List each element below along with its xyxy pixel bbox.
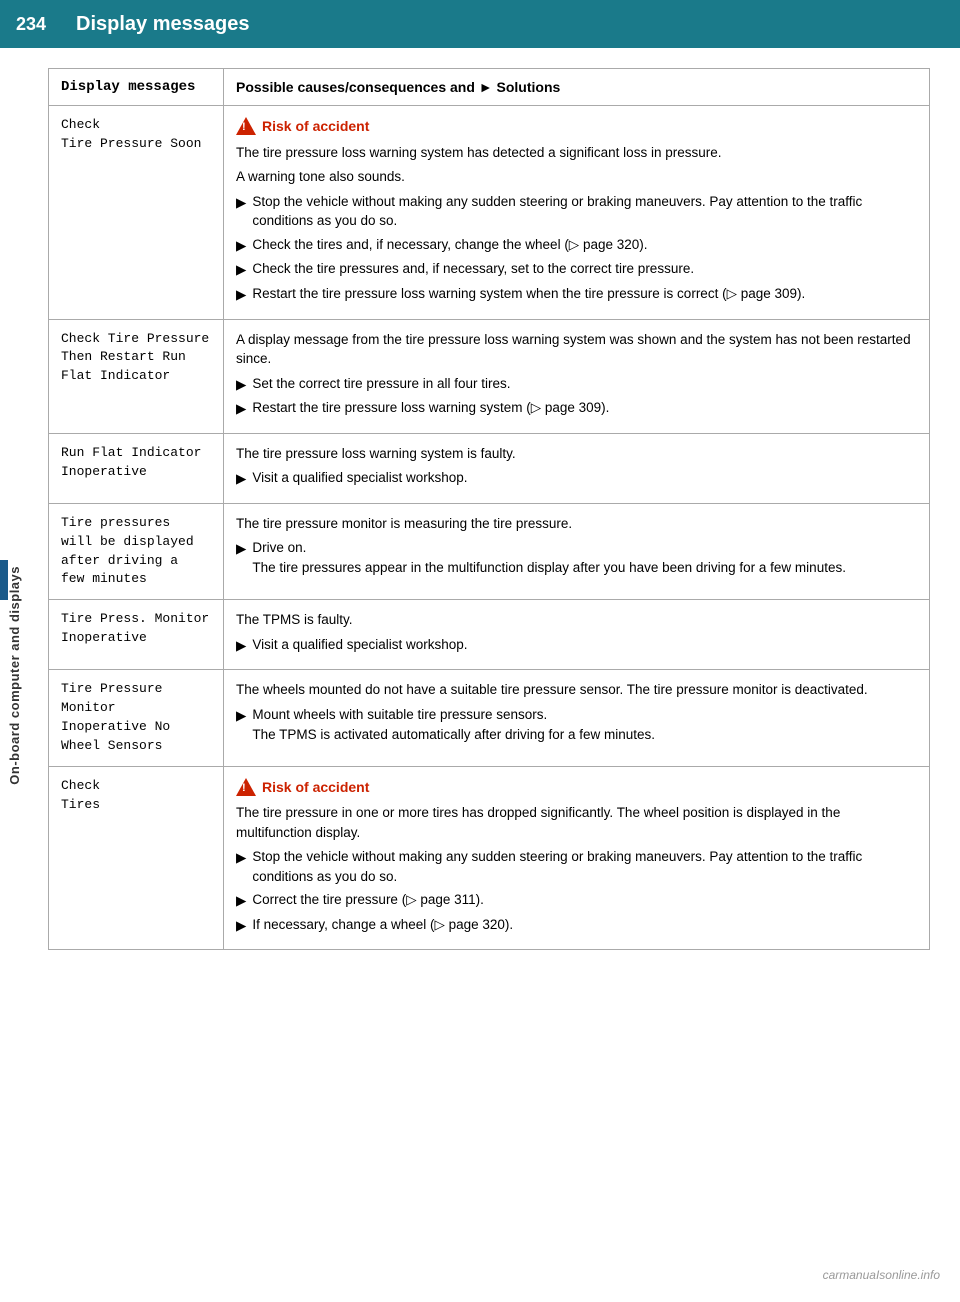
risk-label: Risk of accident [262,777,369,797]
content-area: Display messages Possible causes/consequ… [28,48,960,980]
bullet-sub-text: The TPMS is activated automatically afte… [252,725,917,745]
causes-cell: The tire pressure monitor is measuring t… [224,503,930,599]
bullet-item: ▶ If necessary, change a wheel (▷ page 32… [236,915,917,936]
message-cell: Tire pressures will be displayed after d… [49,503,224,599]
bullet-arrow-icon: ▶ [236,706,246,726]
warning-triangle-icon [236,778,256,796]
table-row: Tire pressures will be displayed after d… [49,503,930,599]
bullet-item: ▶ Visit a qualified specialist workshop. [236,468,917,489]
bullet-item: ▶ Drive on.The tire pressures appear in t… [236,538,917,577]
causes-cell: The TPMS is faulty. ▶ Visit a qualified sp… [224,600,930,670]
bullet-item: ▶ Correct the tire pressure (▷ page 311). [236,890,917,911]
table-row: Tire Press. Monitor InoperativeThe TPMS … [49,600,930,670]
page-number: 234 [16,14,56,35]
bullet-main-text: Drive on. [252,538,917,558]
bullet-text: Check the tire pressures and, if necessa… [252,259,917,279]
bullet-arrow-icon: ▶ [236,891,246,911]
message-cell: Tire Pressure Monitor Inoperative No Whe… [49,670,224,766]
bullet-main-text: Mount wheels with suitable tire pressure… [252,705,917,725]
header-title: Display messages [76,13,249,36]
bullet-arrow-icon: ▶ [236,469,246,489]
bullet-item: ▶ Stop the vehicle without making any sud… [236,847,917,886]
message-cell: Check Tire Pressure Then Restart Run Fla… [49,319,224,433]
col-header-message: Display messages [49,69,224,106]
watermark: carmanuaIsonline.info [823,1268,940,1282]
bullet-text: Restart the tire pressure loss warning s… [252,398,917,418]
bullet-arrow-icon: ▶ [236,399,246,419]
causes-cell: A display message from the tire pressure… [224,319,930,433]
message-cell: Run Flat Indicator Inoperative [49,433,224,503]
bullet-text: Set the correct tire pressure in all fou… [252,374,917,394]
content-paragraph: The tire pressure in one or more tires h… [236,803,917,842]
col-header-causes: Possible causes/consequences and ► Solut… [224,69,930,106]
warning-triangle-icon [236,117,256,135]
bullet-text: Check the tires and, if necessary, chang… [252,235,917,255]
main-table: Display messages Possible causes/consequ… [48,68,930,950]
bullet-item: ▶ Check the tires and, if necessary, chan… [236,235,917,256]
bullet-arrow-icon: ▶ [236,916,246,936]
risk-warning: Risk of accident [236,777,917,797]
bullet-text: Visit a qualified specialist workshop. [252,468,917,488]
bullet-text: Stop the vehicle without making any sudd… [252,192,917,231]
risk-warning: Risk of accident [236,116,917,136]
content-paragraph: The wheels mounted do not have a suitabl… [236,680,917,700]
bullet-arrow-icon: ▶ [236,539,246,559]
causes-cell: Risk of accident The tire pressure loss w… [224,106,930,319]
content-paragraph: The TPMS is faulty. [236,610,917,630]
sidebar-label: On-board computer and displays [0,48,28,1302]
bullet-item: ▶ Restart the tire pressure loss warning … [236,284,917,305]
bullet-item: ▶ Stop the vehicle without making any sud… [236,192,917,231]
bullet-arrow-icon: ▶ [236,848,246,868]
bullet-item: ▶ Visit a qualified specialist workshop. [236,635,917,656]
bullet-item: ▶ Mount wheels with suitable tire pressur… [236,705,917,744]
sidebar-blue-bar [0,560,8,600]
content-paragraph: A warning tone also sounds. [236,167,917,187]
bullet-arrow-icon: ▶ [236,260,246,280]
bullet-arrow-icon: ▶ [236,285,246,305]
table-row: Tire Pressure Monitor Inoperative No Whe… [49,670,930,766]
bullet-text: Correct the tire pressure (▷ page 311). [252,890,917,910]
causes-cell: The wheels mounted do not have a suitabl… [224,670,930,766]
content-paragraph: A display message from the tire pressure… [236,330,917,369]
table-row: Check Tires Risk of accident The tire pres… [49,766,930,950]
bullet-item: ▶ Set the correct tire pressure in all fo… [236,374,917,395]
content-paragraph: The tire pressure loss warning system ha… [236,143,917,163]
risk-label: Risk of accident [262,116,369,136]
table-row: Run Flat Indicator Inoperative The tire p… [49,433,930,503]
causes-cell: Risk of accident The tire pressure in one… [224,766,930,950]
header-bar: 234 Display messages [0,0,960,48]
bullet-text: Visit a qualified specialist workshop. [252,635,917,655]
message-cell: Check Tire Pressure Soon [49,106,224,319]
bullet-text-with-sub: Mount wheels with suitable tire pressure… [252,705,917,744]
bullet-arrow-icon: ▶ [236,375,246,395]
causes-cell: The tire pressure loss warning system is… [224,433,930,503]
message-cell: Tire Press. Monitor Inoperative [49,600,224,670]
content-paragraph: The tire pressure loss warning system is… [236,444,917,464]
content-paragraph: The tire pressure monitor is measuring t… [236,514,917,534]
bullet-arrow-icon: ▶ [236,636,246,656]
bullet-text: If necessary, change a wheel (▷ page 320… [252,915,917,935]
bullet-text: Stop the vehicle without making any sudd… [252,847,917,886]
bullet-text: Restart the tire pressure loss warning s… [252,284,917,304]
message-cell: Check Tires [49,766,224,950]
bullet-arrow-icon: ▶ [236,193,246,213]
table-row: Check Tire Pressure SoonRisk of accident… [49,106,930,319]
bullet-arrow-icon: ▶ [236,236,246,256]
page-container: 234 Display messages On-board computer a… [0,0,960,1302]
bullet-text-with-sub: Drive on.The tire pressures appear in th… [252,538,917,577]
bullet-item: ▶ Restart the tire pressure loss warning … [236,398,917,419]
bullet-item: ▶ Check the tire pressures and, if necess… [236,259,917,280]
bullet-sub-text: The tire pressures appear in the multifu… [252,558,917,578]
table-row: Check Tire Pressure Then Restart Run Fla… [49,319,930,433]
